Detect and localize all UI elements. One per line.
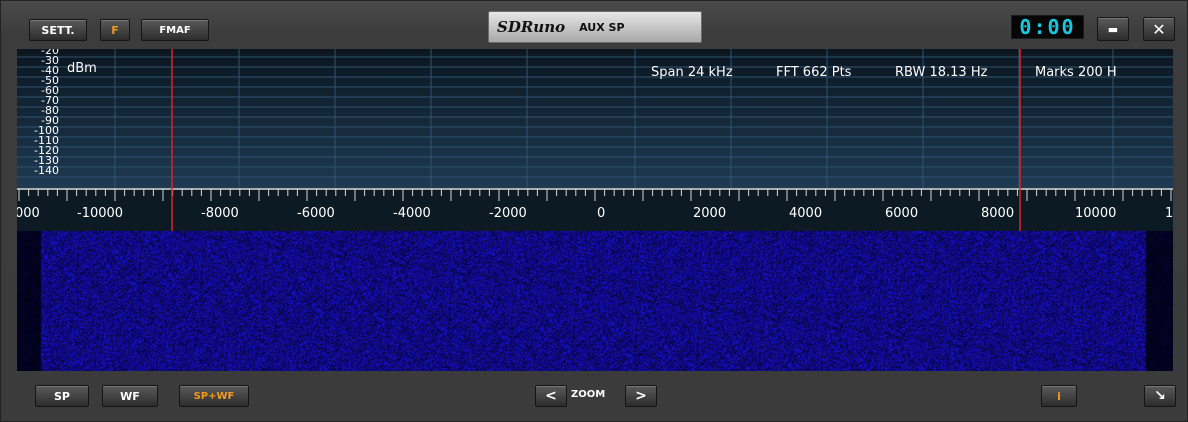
freq-tick-label: 12 [1165, 206, 1173, 221]
freq-tick-label: -4000 [393, 206, 431, 221]
sdruno-logo-panel: SDRuno AUX SP [488, 11, 702, 43]
settings-button[interactable]: SETT. [29, 19, 87, 41]
freq-tick-label: 0 [597, 206, 606, 221]
freq-tick-label: -2000 [489, 206, 527, 221]
zoom-label: ZOOM [571, 389, 606, 400]
freq-tick-label: 6000 [885, 206, 919, 221]
span-info: Span 24 kHz [651, 65, 733, 80]
freq-tick-label: 10000 [1075, 206, 1117, 221]
f-button[interactable]: F [100, 19, 130, 41]
db-tick-label: -140 [34, 164, 59, 177]
freq-tick-label: 2000 [693, 206, 727, 221]
sdruno-logo: SDRuno [497, 18, 566, 36]
spectrum-grid [17, 49, 1173, 231]
freq-tick-label: 000 [17, 206, 40, 221]
waterfall-display[interactable] [17, 231, 1173, 371]
panel-title: AUX SP [579, 20, 625, 34]
zoom-in-button[interactable]: > [625, 385, 657, 407]
close-icon: ✕ [1152, 19, 1166, 39]
freq-tick-label: -10000 [77, 206, 124, 221]
freq-tick-label: 4000 [789, 206, 823, 221]
sp-wf-button[interactable]: SP+WF [179, 385, 249, 407]
fft-info: FFT 662 Pts [776, 65, 852, 80]
resize-icon: ↘ [1154, 388, 1166, 404]
clock-display: 0:00 [1011, 15, 1084, 39]
minimize-button[interactable]: ▬ [1097, 17, 1129, 41]
resize-button[interactable]: ↘ [1144, 385, 1176, 407]
spectrum-display[interactable]: -20 -30 -40 -50 -60 -70 -80 -90 -100 -110 -120 -130… [17, 49, 1173, 231]
rbw-info: RBW 18.13 Hz [895, 65, 988, 80]
freq-tick-label: -6000 [297, 206, 335, 221]
freq-labels: 000 -10000 -8000 -6000 -4000 -2000 0 2000 4000 60… [17, 206, 1173, 226]
waterfall-canvas [17, 231, 1173, 371]
wf-button[interactable]: WF [102, 385, 158, 407]
sdr-aux-sp-window: SETT. F FMAF SDRuno AUX SP 0:00 ▬ ✕ -20 … [0, 0, 1188, 422]
fmaf-button[interactable]: FMAF [141, 19, 209, 41]
unit-label: dBm [67, 61, 97, 76]
minimize-icon: ▬ [1107, 22, 1119, 36]
info-button[interactable]: i [1041, 385, 1077, 407]
freq-tick-label: -8000 [201, 206, 239, 221]
sp-button[interactable]: SP [35, 385, 89, 407]
zoom-out-button[interactable]: < [535, 385, 567, 407]
db-scale: -20 -30 -40 -50 -60 -70 -80 -90 -100 -110 -120 -130… [19, 49, 59, 189]
freq-tick-label: 8000 [981, 206, 1015, 221]
close-button[interactable]: ✕ [1143, 17, 1175, 41]
spectrum-plot-area [17, 49, 1173, 189]
marks-info: Marks 200 H [1035, 65, 1117, 80]
